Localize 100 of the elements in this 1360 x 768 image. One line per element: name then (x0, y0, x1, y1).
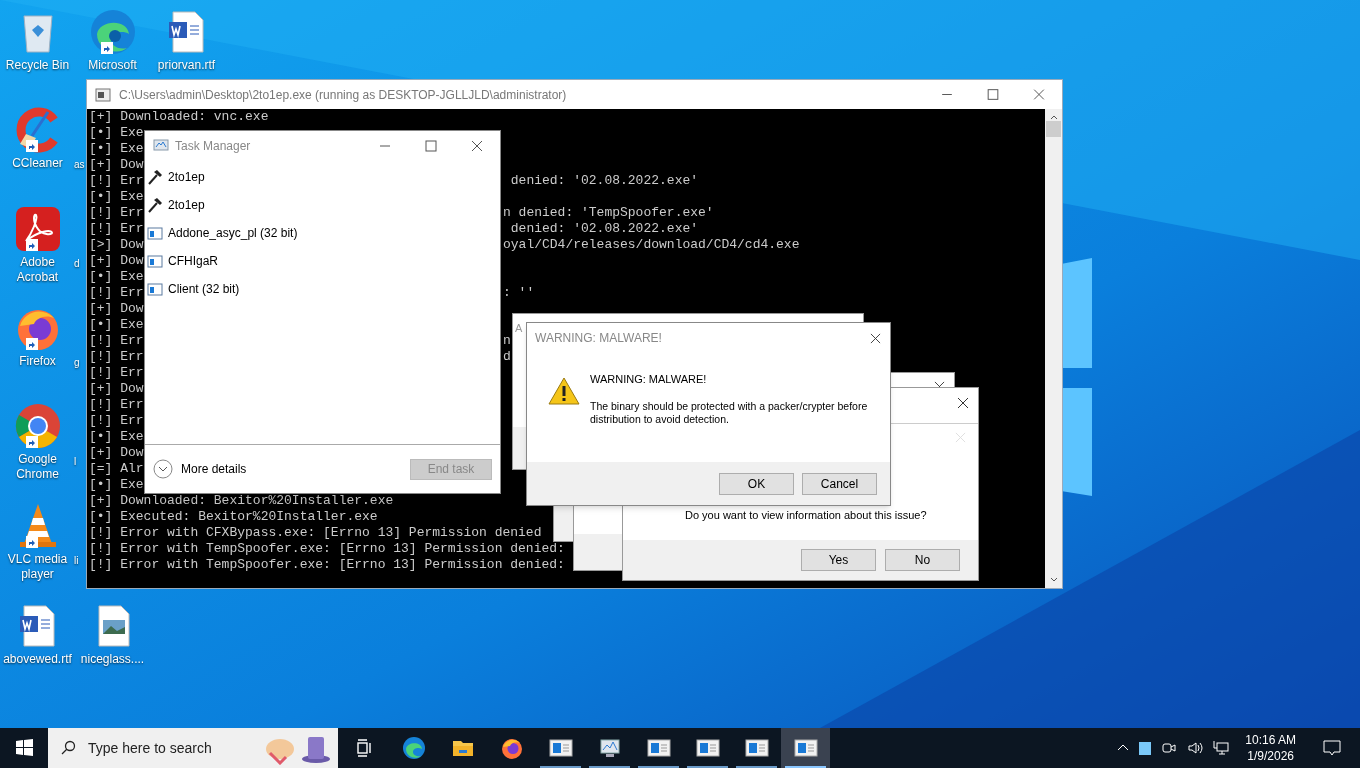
console-line: [•] Exe (89, 317, 144, 332)
console-line: [•] Exe (89, 477, 144, 492)
console-line: [•] Executed: Bexitor%20Installer.exe (89, 509, 378, 524)
process-item[interactable]: CFHIgaR (145, 247, 500, 275)
console-line: [!] Error with CFXBypass.exe: [Errno 13] Permission denied (89, 525, 542, 540)
dialog-title: WARNING: MALWARE! (535, 330, 663, 347)
console-line: [!] Err (89, 333, 144, 348)
window-title: Task Manager (175, 138, 252, 155)
close-icon[interactable] (870, 332, 881, 344)
process-item[interactable]: 2to1ep (145, 191, 500, 219)
app-window-icon (695, 738, 720, 758)
console-line: [•] Exe (89, 429, 144, 444)
warning-icon (548, 377, 580, 405)
edge-logo-icon (88, 8, 137, 56)
desktop-icon-label[interactable]: Firefox (0, 354, 75, 369)
taskbar-app[interactable] (781, 728, 830, 768)
console-line: [!] Error with TempSpoofer.exe: [Errno 13] Permission denied: (89, 541, 565, 556)
app-window-icon (744, 738, 769, 758)
console-line: [!] Err (89, 365, 144, 380)
console-line: [•] Exe (89, 269, 144, 284)
firefox-icon (499, 736, 524, 760)
console-line: [>] Dow (89, 237, 144, 252)
console-line: [•] Exe (89, 125, 144, 140)
process-item[interactable]: Addone_asyc_pl (32 bit) (145, 219, 500, 247)
desktop-icon-label[interactable]: Adobe Acrobat (0, 255, 75, 285)
app-window-icon (147, 281, 163, 297)
console-line: [!] Error with TempSpoofer.exe: [Errno 13] Permission denied: (89, 557, 565, 572)
dialog-button[interactable]: No (885, 549, 960, 571)
search-icon (60, 740, 76, 756)
clock[interactable]: 10:16 AM 1/9/2026 (1239, 732, 1302, 764)
app-window-icon (646, 738, 671, 758)
desktop-icon-label[interactable]: g (74, 355, 80, 370)
dialog-button[interactable]: OK (719, 472, 794, 495)
app-window-icon (147, 225, 163, 241)
console-line: [!] Err (89, 397, 144, 412)
scrollbar[interactable] (1045, 109, 1062, 588)
desktop-icon-label[interactable]: CCleaner (0, 156, 75, 171)
chrome-icon (13, 402, 62, 450)
console-line: [+] Dow (89, 381, 144, 396)
desktop-icon-label[interactable]: niceglass.... (75, 652, 150, 667)
app-window-icon (147, 253, 163, 269)
console-line: [•] Exe (89, 141, 144, 156)
app-window-icon (793, 738, 818, 758)
more-details-link[interactable]: More details (181, 460, 410, 478)
dialog-button[interactable]: Yes (801, 549, 876, 571)
console-line: [!] Err (89, 349, 144, 364)
console-line: [+] Downloaded: vnc.exe (89, 109, 269, 124)
camera-icon[interactable] (1161, 740, 1178, 756)
network-icon[interactable] (1213, 740, 1230, 756)
app-window-icon (548, 738, 573, 758)
window-title: C:\Users\admin\Desktop\2to1ep.exe (running as DESKTOP-JGLLJLD\administrator) (119, 86, 568, 104)
console-line: [!] Err (89, 205, 144, 220)
scroll-thumb[interactable] (1046, 120, 1061, 137)
warning-heading: WARNING: MALWARE! (590, 372, 708, 387)
hammer-icon (147, 197, 163, 213)
console-line: [+] Downloaded: Bexitor%20Installer.exe (89, 493, 394, 508)
console-line: denied: '02.08.2022.exe' (509, 173, 699, 189)
scroll-down-icon[interactable] (1049, 576, 1058, 584)
desktop-icon-label[interactable]: as (74, 157, 85, 172)
desktop-icon-label[interactable]: l (74, 454, 77, 469)
desktop-icon-label[interactable]: Microsoft (75, 58, 150, 73)
console-line: [+] Dow (89, 445, 144, 460)
console-line: d (503, 349, 511, 365)
issue-message: Do you want to view information about this issue? (685, 508, 927, 523)
console-app-icon (95, 86, 111, 103)
console-line: n (503, 333, 511, 349)
console-line: [+] Dow (89, 157, 144, 172)
tray-app-icon[interactable] (1139, 741, 1152, 755)
desktop-icon-label[interactable]: VLC media player (0, 552, 75, 582)
desktop-icon-label[interactable]: abovewed.rtf (0, 652, 75, 667)
edge-logo-icon (401, 736, 426, 760)
console-line: [•] Exe (89, 189, 144, 204)
volume-icon[interactable] (1187, 740, 1204, 756)
expand-chevron-icon[interactable] (153, 459, 173, 479)
task-manager-icon (153, 138, 169, 154)
console-line: [!] Err (89, 285, 144, 300)
monitor-chart-icon (597, 736, 622, 760)
desktop-icon-label[interactable]: li (74, 553, 79, 568)
notification-icon[interactable] (1322, 738, 1342, 758)
console-line: [!] Err (89, 221, 144, 236)
dialog-button[interactable]: Cancel (802, 472, 877, 495)
search-field[interactable]: Type here to search (48, 728, 338, 768)
process-item[interactable]: Client (32 bit) (145, 275, 500, 303)
console-line: [+] Dow (89, 301, 144, 316)
console-line: denied: '02.08.2022.exe' (509, 221, 699, 237)
console-line: n denied: 'TempSpoofer.exe' (503, 205, 714, 221)
warning-message: The binary should be protected with a packer/crypter before distribution to avoid detection. (590, 399, 869, 426)
desktop-icon-label[interactable]: d (74, 256, 80, 271)
console-line: [=] Alr (89, 461, 144, 476)
console-line: oyal/CD4/releases/download/CD4/cd4.exe (503, 237, 800, 253)
console-line: [!] Err (89, 173, 144, 188)
desktop-icon-label[interactable]: priorvan.rtf (149, 58, 224, 73)
console-line: : '' (503, 285, 535, 301)
scroll-up-icon[interactable] (1049, 113, 1058, 121)
close-icon[interactable] (957, 397, 969, 409)
console-line: [+] Dow (89, 253, 144, 268)
process-item[interactable]: 2to1ep (145, 163, 500, 191)
hammer-icon (147, 169, 163, 185)
console-line: [!] Err (89, 413, 144, 428)
desktop-icon-label[interactable]: Recycle Bin (0, 58, 75, 73)
